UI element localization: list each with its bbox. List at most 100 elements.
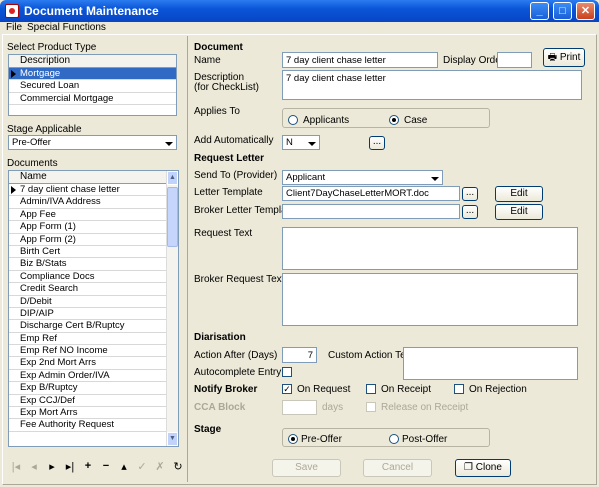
scroll-down-icon[interactable]: ▼ — [167, 432, 178, 446]
letter-template-edit-button[interactable]: Edit — [495, 186, 543, 202]
on-rejection-checkbox[interactable] — [454, 384, 464, 394]
letter-template-ellipsis-button[interactable]: ... — [462, 187, 478, 201]
document-row[interactable]: Credit Search — [9, 283, 166, 296]
chevron-down-icon[interactable] — [162, 137, 175, 148]
scroll-up-icon[interactable]: ▲ — [167, 171, 178, 185]
document-row[interactable]: App Form (1) — [9, 221, 166, 234]
request-text-area[interactable] — [282, 227, 578, 270]
document-row-label: Exp CCJ/Def — [20, 394, 75, 406]
stage-heading: Stage — [194, 424, 222, 435]
add-automatically-label: Add Automatically — [194, 135, 274, 146]
last-icon[interactable]: ▸| — [62, 460, 78, 476]
maximize-button[interactable]: □ — [553, 2, 572, 20]
document-row[interactable]: DIP/AIP — [9, 308, 166, 321]
document-row[interactable]: Exp Mort Arrs — [9, 407, 166, 420]
letter-template-label: Letter Template — [194, 187, 263, 198]
document-row[interactable]: Emp Ref — [9, 333, 166, 346]
document-row-label: Biz B/Stats — [20, 258, 67, 270]
chevron-down-icon[interactable] — [305, 137, 318, 148]
applicants-label: Applicants — [303, 115, 350, 126]
case-radio[interactable] — [389, 115, 399, 125]
print-button[interactable]: 🖶 Print — [543, 48, 585, 67]
pre-offer-radio[interactable] — [288, 434, 298, 444]
documents-list[interactable]: Name 7 day client chase letter Admin/IVA … — [8, 170, 179, 447]
description-input[interactable]: 7 day client chase letter — [282, 70, 582, 100]
edit-icon[interactable]: ▴ — [116, 460, 132, 476]
chevron-down-icon[interactable] — [428, 172, 441, 183]
applicants-radio[interactable] — [288, 115, 298, 125]
minimize-button[interactable]: _ — [530, 2, 549, 20]
autocomplete-checkbox[interactable] — [282, 367, 292, 377]
on-request-label: On Request — [297, 384, 351, 395]
custom-action-input[interactable] — [403, 347, 578, 380]
document-row[interactable]: Exp 2nd Mort Arrs — [9, 357, 166, 370]
app-icon[interactable] — [5, 4, 19, 18]
add-icon[interactable]: + — [80, 460, 96, 476]
next-icon[interactable]: ▸ — [44, 460, 60, 476]
document-row[interactable]: Fee Authority Request — [9, 419, 166, 432]
documents-label: Documents — [7, 158, 58, 169]
on-receipt-checkbox[interactable] — [366, 384, 376, 394]
document-row[interactable]: App Fee — [9, 209, 166, 222]
delete-icon[interactable]: − — [98, 460, 114, 476]
days-label: days — [322, 402, 344, 413]
broker-template-edit-button[interactable]: Edit — [495, 204, 543, 220]
name-input[interactable]: 7 day client chase letter — [282, 52, 438, 68]
action-after-input[interactable]: 7 — [282, 347, 317, 363]
stage-applicable-select[interactable]: Pre-Offer — [8, 135, 177, 150]
document-row[interactable]: Discharge Cert B/Ruptcy — [9, 320, 166, 333]
product-row[interactable]: Commercial Mortgage — [9, 93, 176, 106]
menu-file[interactable]: File — [6, 22, 22, 33]
on-request-checkbox[interactable]: ✓ — [282, 384, 292, 394]
document-row[interactable]: Emp Ref NO Income — [9, 345, 166, 358]
document-row[interactable]: Compliance Docs — [9, 271, 166, 284]
send-to-select[interactable]: Applicant — [282, 170, 443, 185]
release-on-receipt-checkbox[interactable] — [366, 402, 376, 412]
product-type-label: Select Product Type — [7, 42, 97, 53]
description-sub-label: (for CheckList) — [194, 82, 260, 93]
save-button[interactable]: Save — [272, 459, 341, 477]
document-row[interactable]: 7 day client chase letter — [9, 184, 166, 197]
cancel-button[interactable]: Cancel — [363, 459, 432, 477]
document-row[interactable]: Admin/IVA Address — [9, 196, 166, 209]
add-automatically-select[interactable]: N — [282, 135, 320, 150]
add-auto-ellipsis-button[interactable]: ... — [369, 136, 385, 150]
post-icon[interactable]: ✓ — [134, 460, 150, 476]
product-row[interactable]: Secured Loan — [9, 80, 176, 93]
prev-icon[interactable]: ◂ — [26, 460, 42, 476]
name-label: Name — [194, 55, 221, 66]
document-row[interactable]: Exp CCJ/Def — [9, 394, 166, 408]
documents-scrollbar[interactable]: ▲ ▼ — [166, 171, 178, 446]
document-row[interactable]: App Form (2) — [9, 234, 166, 246]
record-navigator: |◂ ◂ ▸ ▸| + − ▴ ✓ ✗ ↻ — [8, 460, 186, 476]
refresh-icon[interactable]: ↻ — [170, 460, 186, 476]
menu-special-functions[interactable]: Special Functions — [27, 22, 106, 33]
document-row-label: Exp 2nd Mort Arrs — [20, 357, 97, 369]
product-type-list[interactable]: Description Mortgage Secured Loan Commerci… — [8, 54, 177, 116]
document-row[interactable]: Biz B/Stats — [9, 258, 166, 271]
document-row[interactable]: D/Debit — [9, 296, 166, 308]
scroll-thumb[interactable] — [167, 187, 178, 247]
post-offer-radio[interactable] — [389, 434, 399, 444]
clone-icon: ❐ — [464, 462, 474, 473]
close-button[interactable]: ✕ — [576, 2, 595, 20]
title-bar[interactable]: Document Maintenance _ □ ✕ — [0, 0, 599, 22]
send-to-value: Applicant — [286, 172, 326, 183]
first-icon[interactable]: |◂ — [8, 460, 24, 476]
document-row[interactable]: Birth Cert — [9, 246, 166, 259]
display-order-input[interactable] — [497, 52, 532, 68]
clone-button[interactable]: ❐ Clone — [455, 459, 511, 477]
cca-days-input[interactable] — [282, 400, 317, 415]
window-title: Document Maintenance — [24, 4, 159, 18]
documents-header: Name — [9, 171, 166, 184]
letter-template-input[interactable]: Client7DayChaseLetterMORT.doc — [282, 186, 460, 201]
product-row[interactable]: Mortgage — [9, 68, 176, 81]
document-row[interactable]: Exp Admin Order/IVA — [9, 370, 166, 383]
cancel-edit-icon[interactable]: ✗ — [152, 460, 168, 476]
document-row[interactable]: Exp B/Ruptcy — [9, 382, 166, 395]
broker-request-text-area[interactable] — [282, 273, 578, 326]
stage-group: Pre-Offer Post-Offer — [282, 428, 490, 447]
product-row-label: Secured Loan — [20, 80, 80, 92]
broker-template-input[interactable] — [282, 204, 460, 219]
broker-template-ellipsis-button[interactable]: ... — [462, 205, 478, 219]
